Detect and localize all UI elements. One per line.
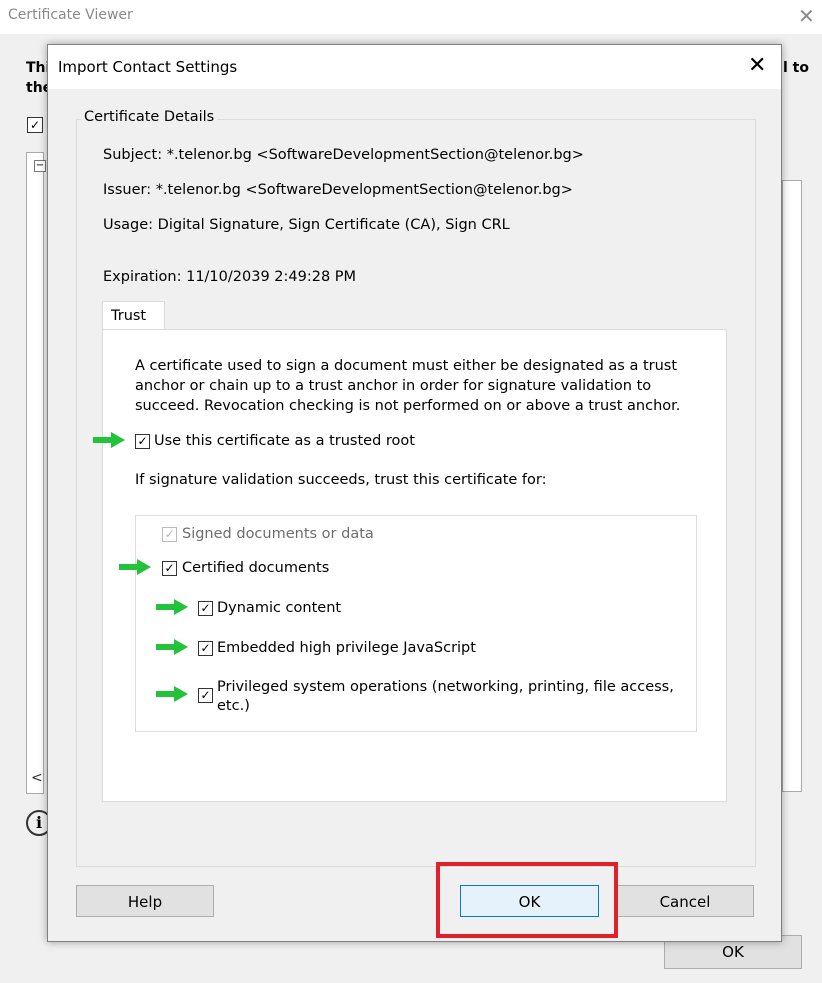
usage-line: Usage: Digital Signature, Sign Certifica… (103, 217, 510, 233)
expiration-line: Expiration: 11/10/2039 2:49:28 PM (103, 269, 357, 285)
green-arrow-icon (119, 559, 151, 575)
cancel-button[interactable]: Cancel (616, 885, 754, 917)
signed-documents-checkbox[interactable]: ✓ (162, 527, 177, 542)
dynamic-content-checkbox[interactable]: ✓ (198, 601, 213, 616)
background-tree-panel (26, 152, 44, 794)
scroll-left-icon[interactable]: < (31, 770, 43, 786)
background-checkbox[interactable]: ✓ (27, 117, 43, 133)
trusted-root-checkbox[interactable]: ✓ (135, 434, 150, 449)
certified-documents-checkbox[interactable]: ✓ (162, 561, 177, 576)
certified-documents-label: Certified documents (182, 560, 330, 576)
subject-line: Subject: *.telenor.bg <SoftwareDevelopme… (103, 147, 584, 163)
green-arrow-icon (156, 686, 188, 702)
trust-for-text: If signature validation succeeds, trust … (135, 472, 547, 488)
import-contact-settings-dialog: Import Contact Settings ✕ Certificate De… (47, 44, 782, 942)
certificate-details-title: Certificate Details (81, 109, 218, 125)
signed-documents-label: Signed documents or data (182, 526, 374, 542)
green-arrow-icon (156, 599, 188, 615)
dynamic-content-label: Dynamic content (217, 600, 342, 616)
background-close-icon[interactable]: ✕ (798, 4, 815, 28)
privileged-ops-label: Privileged system operations (networking… (217, 678, 674, 716)
collapse-icon[interactable]: − (34, 160, 46, 172)
trust-description: A certificate used to sign a document mu… (135, 358, 681, 414)
embedded-js-checkbox[interactable]: ✓ (198, 641, 213, 656)
trust-options-box: ✓ Signed documents or data ✓ Certified d… (119, 515, 697, 732)
dialog-close-icon[interactable]: ✕ (748, 53, 766, 78)
background-window-title: Certificate Viewer (8, 7, 133, 23)
green-arrow-icon (156, 639, 188, 655)
privileged-ops-checkbox[interactable]: ✓ (198, 688, 213, 703)
embedded-js-label: Embedded high privilege JavaScript (217, 640, 476, 656)
privileged-ops-label-line-2: etc.) (217, 698, 250, 714)
dialog-title: Import Contact Settings (58, 58, 238, 76)
background-heading-right: l to (783, 60, 809, 76)
ok-button-highlight-box (436, 862, 618, 938)
green-arrow-icon (93, 432, 125, 448)
trust-tab-panel: A certificate used to sign a document mu… (93, 329, 727, 802)
trusted-root-label: Use this certificate as a trusted root (154, 433, 415, 449)
help-button[interactable]: Help (76, 885, 214, 917)
tab-trust[interactable]: Trust (102, 301, 165, 330)
background-detail-panel (782, 180, 802, 792)
privileged-ops-label-line-1: Privileged system operations (networking… (217, 679, 674, 695)
issuer-line: Issuer: *.telenor.bg <SoftwareDevelopmen… (103, 182, 573, 198)
